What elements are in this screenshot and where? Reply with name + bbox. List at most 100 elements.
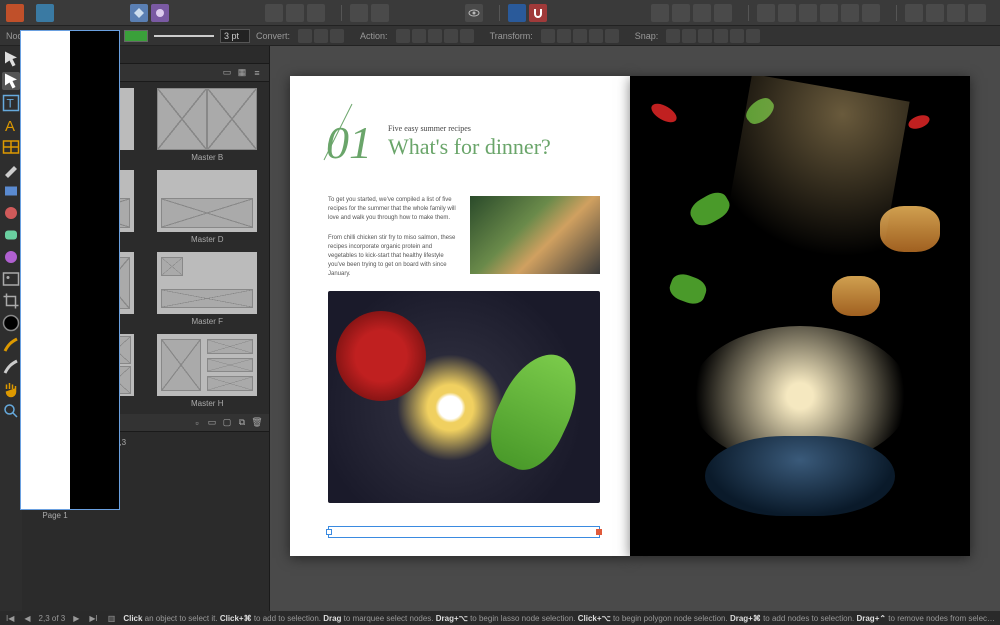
transform-scale-icon[interactable] [573,29,587,43]
document-canvas[interactable]: 01 Five easy summer recipes What's for d… [270,46,1000,611]
action-break-icon[interactable] [396,29,410,43]
svg-text:A: A [5,118,15,134]
convert-smooth-icon[interactable] [314,29,328,43]
fill-tool[interactable] [2,248,20,266]
prev-page-icon[interactable]: ◀ [22,614,32,623]
action-smooth-icon[interactable] [428,29,442,43]
pin-icon[interactable] [371,4,389,22]
rounded-rect-tool[interactable] [2,226,20,244]
convert-label: Convert: [256,31,290,41]
tagline: Five easy summer recipes [388,124,471,133]
hand-tool[interactable] [2,380,20,398]
zoom-tool[interactable] [2,402,20,420]
boolean-subtract-icon[interactable] [926,4,944,22]
transform-label: Transform: [490,31,533,41]
master-d[interactable]: Master D [152,170,264,244]
next-page-icon[interactable]: ▶ [71,614,81,623]
view-grid-icon[interactable] [286,4,304,22]
inline-image-salmon[interactable] [470,196,600,274]
pages-2-3[interactable]: Pages 2,3 [90,438,126,447]
page-menu-icon[interactable]: ▥ [106,614,118,623]
persona-designer-icon[interactable] [130,4,148,22]
stroke-width-input[interactable] [220,29,250,43]
add-page-icon[interactable]: ▢ [221,417,233,429]
first-page-icon[interactable]: I◀ [4,614,16,623]
selected-text-frame[interactable] [328,526,600,538]
snap-curve-icon[interactable] [730,29,744,43]
duplicate-page-icon[interactable]: ⧉ [236,417,248,429]
align-top-icon[interactable] [820,4,838,22]
artistic-text-tool[interactable]: A [2,116,20,134]
convert-sharp-icon[interactable] [298,29,312,43]
move-tool[interactable] [2,50,20,68]
master-f[interactable]: Master F [152,252,264,326]
pen-tool[interactable] [2,160,20,178]
stroke-preview[interactable] [154,35,214,37]
master-b[interactable]: Master B [152,88,264,162]
place-image-tool[interactable] [2,270,20,288]
table-tool[interactable] [2,138,20,156]
snap-node-icon[interactable] [666,29,680,43]
stroke-swatch[interactable] [124,30,148,42]
delete-page-icon[interactable]: 🗑 [251,417,263,429]
transform-mode-icon[interactable] [541,29,555,43]
spread-view-icon[interactable]: ▭ [206,417,218,429]
persona-photo-icon[interactable] [151,4,169,22]
action-join-icon[interactable] [444,29,458,43]
node-tool[interactable] [2,72,20,90]
align-right-icon[interactable] [799,4,817,22]
add-master-icon[interactable]: ▦ [236,67,248,79]
master-h[interactable]: Master H [152,334,264,408]
snap-align-icon[interactable] [714,29,728,43]
brush-tool[interactable] [2,336,20,354]
snap-handle-icon[interactable] [698,29,712,43]
magnet-snap-icon[interactable] [529,4,547,22]
vector-crop-tool[interactable] [2,292,20,310]
eraser-tool[interactable] [2,358,20,376]
panel-menu-icon[interactable]: ≡ [251,67,263,79]
align-middle-icon[interactable] [841,4,859,22]
thumb-size-icon[interactable]: ▭ [221,67,233,79]
boolean-intersect-icon[interactable] [947,4,965,22]
transform-origin-icon[interactable] [557,29,571,43]
boolean-add-icon[interactable] [905,4,923,22]
snap-all-icon[interactable] [746,29,760,43]
move-backward-icon[interactable] [672,4,690,22]
preview-mode-icon[interactable] [465,4,483,22]
convert-smart-icon[interactable] [330,29,344,43]
align-bottom-icon[interactable] [862,4,880,22]
move-to-back-icon[interactable] [651,4,669,22]
thumb-size-small-icon[interactable]: ▫ [191,417,203,429]
page-indicator: 2,3 of 3 [39,614,66,623]
ellipse-tool[interactable] [2,204,20,222]
transform-rotate-icon[interactable] [589,29,603,43]
move-forward-icon[interactable] [693,4,711,22]
page-right[interactable] [630,76,970,556]
action-close-icon[interactable] [412,29,426,43]
persona-publisher-icon[interactable] [36,4,54,22]
selection-handle-left[interactable] [326,529,332,535]
pages-panel: Pages Assets ▾ Master Pages ▭ ▦ ≡ Master… [22,46,270,611]
snap-geometry-icon[interactable] [682,29,696,43]
align-left-icon[interactable] [757,4,775,22]
view-baseline-icon[interactable] [307,4,325,22]
guides-toggle-icon[interactable] [350,4,368,22]
app-icon[interactable] [6,4,24,22]
action-label: Action: [360,31,388,41]
frame-text-tool[interactable]: T [2,94,20,112]
action-reverse-icon[interactable] [460,29,474,43]
view-pages-icon[interactable] [265,4,283,22]
move-to-front-icon[interactable] [714,4,732,22]
rectangle-tool[interactable] [2,182,20,200]
color-picker-tool[interactable] [2,314,20,332]
transform-shear-icon[interactable] [605,29,619,43]
boolean-divide-icon[interactable] [968,4,986,22]
status-bar: I◀ ◀ 2,3 of 3 ▶ ▶I ▥ Click an object to … [0,611,1000,625]
last-page-icon[interactable]: ▶I [87,614,99,623]
align-center-h-icon[interactable] [778,4,796,22]
hero-image-bowl[interactable] [328,291,600,503]
selection-handle-right[interactable] [596,529,602,535]
page-left[interactable]: 01 Five easy summer recipes What's for d… [290,76,630,556]
snapping-list-icon[interactable] [508,4,526,22]
body-paragraph-1: To get you started, we've compiled a lis… [328,196,458,223]
